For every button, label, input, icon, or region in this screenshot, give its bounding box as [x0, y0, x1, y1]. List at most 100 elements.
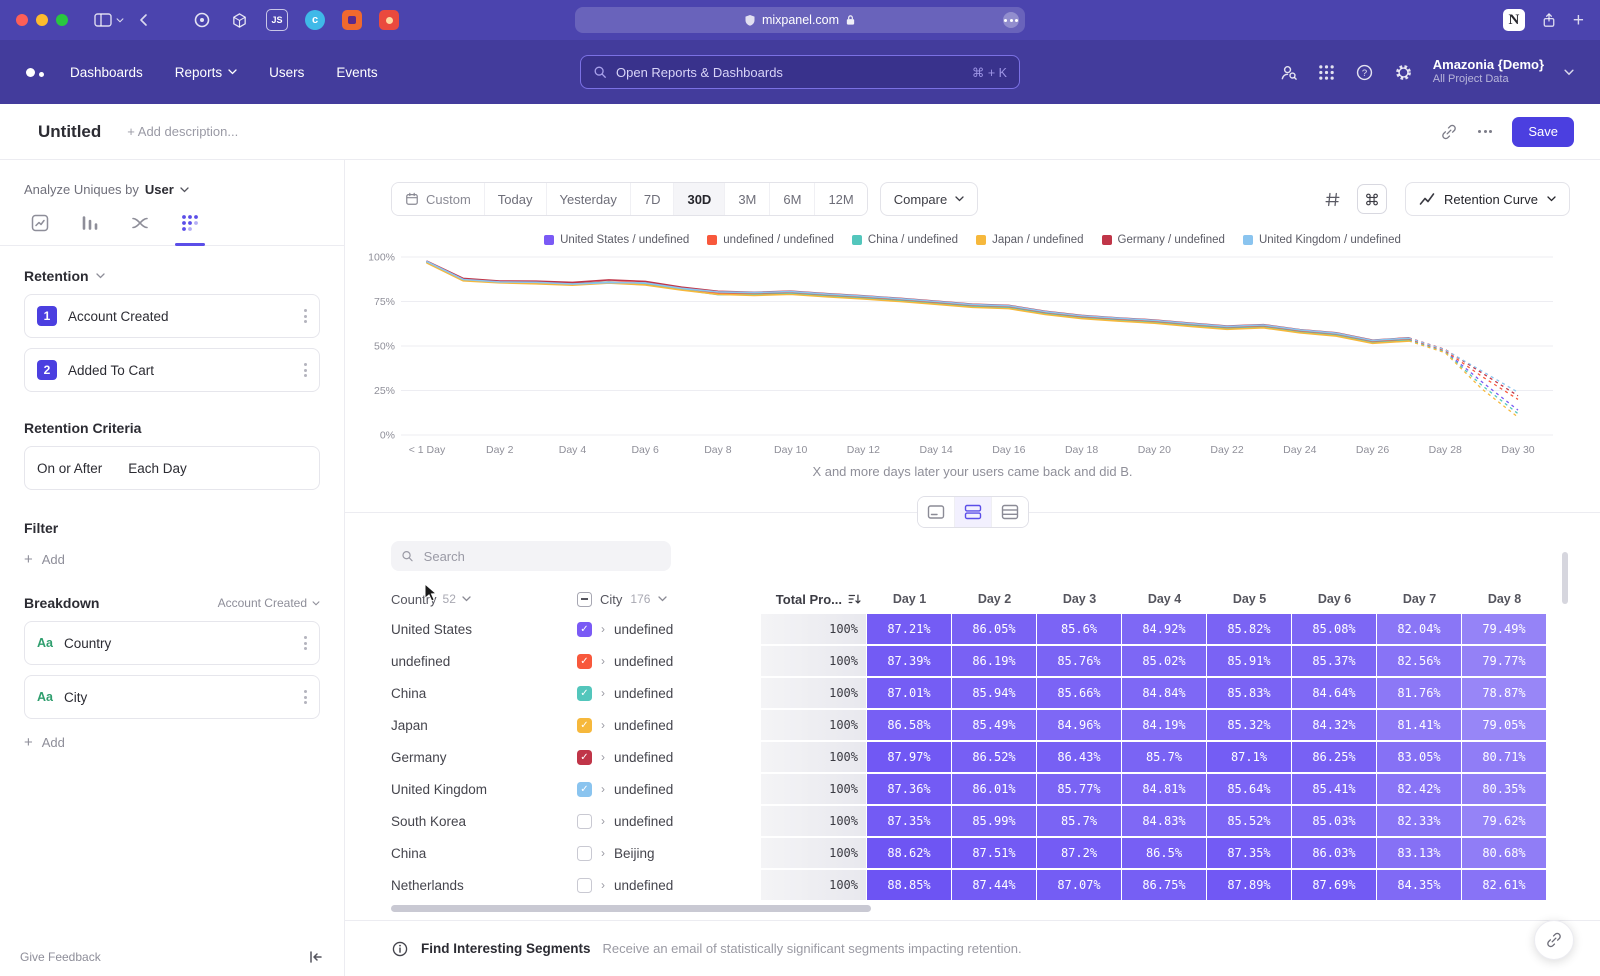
row-checkbox[interactable] — [577, 846, 592, 861]
help-icon[interactable]: ? — [1355, 63, 1374, 82]
extension-icon-1[interactable] — [192, 10, 212, 30]
criteria-condition[interactable]: On or After — [37, 461, 102, 476]
table-row[interactable]: United States✓›undefined100%87.21%86.05%… — [391, 613, 1600, 645]
sidebar-toggle-icon[interactable] — [94, 12, 124, 28]
retention-section-label[interactable]: Retention — [24, 268, 89, 284]
range-custom[interactable]: Custom — [392, 183, 484, 215]
project-switcher[interactable]: Amazonia {Demo} All Project Data — [1433, 57, 1544, 87]
range-today[interactable]: Today — [484, 183, 546, 215]
row-checkbox[interactable] — [577, 814, 592, 829]
chevron-down-icon[interactable] — [96, 273, 105, 279]
tab-funnels[interactable] — [80, 213, 100, 233]
split-view-icon[interactable] — [954, 497, 991, 527]
notion-tab-icon[interactable]: N — [1503, 9, 1525, 31]
table-row[interactable]: undefined✓›undefined100%87.39%86.19%85.7… — [391, 645, 1600, 677]
expand-row-icon[interactable]: › — [601, 782, 605, 796]
expand-row-icon[interactable]: › — [601, 878, 605, 892]
give-feedback-link[interactable]: Give Feedback — [20, 950, 101, 964]
extension-icon-2[interactable] — [229, 10, 249, 30]
save-button[interactable]: Save — [1512, 117, 1574, 147]
table-row[interactable]: China✓›undefined100%87.01%85.94%85.66%84… — [391, 677, 1600, 709]
table-row[interactable]: Germany✓›undefined100%87.97%86.52%86.43%… — [391, 741, 1600, 773]
table-row[interactable]: China›Beijing100%88.62%87.51%87.2%86.5%8… — [391, 837, 1600, 869]
close-window-icon[interactable] — [16, 14, 28, 26]
nav-reports[interactable]: Reports — [175, 65, 237, 80]
extension-icon-3[interactable]: c — [305, 10, 325, 30]
shortcuts-toggle-icon[interactable] — [1357, 184, 1387, 214]
tab-flows[interactable] — [130, 213, 150, 233]
table-search-input[interactable] — [422, 548, 661, 565]
collapse-sidebar-icon[interactable] — [308, 950, 324, 964]
retention-criteria[interactable]: On or After Each Day — [24, 446, 320, 490]
legend-item[interactable]: Germany / undefined — [1102, 234, 1225, 246]
extension-icon-4[interactable] — [342, 10, 362, 30]
vertical-scrollbar[interactable] — [1562, 552, 1568, 604]
row-checkbox[interactable]: ✓ — [577, 654, 592, 669]
copy-link-icon[interactable] — [1440, 123, 1458, 141]
range-12m[interactable]: 12M — [814, 183, 866, 215]
table-row[interactable]: United Kingdom✓›undefined100%87.36%86.01… — [391, 773, 1600, 805]
nav-dashboards[interactable]: Dashboards — [70, 65, 143, 80]
breakdown-country[interactable]: Aa Country — [24, 621, 320, 665]
tab-insights[interactable] — [30, 213, 50, 233]
expand-row-icon[interactable]: › — [601, 846, 605, 860]
expand-row-icon[interactable]: › — [601, 814, 605, 828]
mixpanel-logo[interactable] — [26, 68, 44, 77]
url-bar[interactable]: mixpanel.com — [575, 7, 1025, 33]
apps-grid-icon[interactable] — [1318, 64, 1335, 81]
legend-item[interactable]: undefined / undefined — [707, 234, 834, 246]
retention-step-1[interactable]: 1 Account Created — [24, 294, 320, 338]
table-row[interactable]: Netherlands›undefined100%88.85%87.44%87.… — [391, 869, 1600, 901]
select-all-checkbox[interactable] — [577, 592, 592, 607]
chart-type-dropdown[interactable]: Retention Curve — [1405, 182, 1570, 216]
country-column-header[interactable]: Country 52 — [391, 592, 577, 607]
add-description[interactable]: + Add description... — [127, 124, 238, 139]
retention-step-2[interactable]: 2 Added To Cart — [24, 348, 320, 392]
extension-icon-js[interactable]: JS — [266, 9, 288, 31]
nav-events[interactable]: Events — [336, 65, 377, 80]
user-lookup-icon[interactable] — [1279, 63, 1298, 82]
retention-chart[interactable]: 0%25%50%75%100%< 1 DayDay 2Day 4Day 6Day… — [345, 246, 1600, 458]
chevron-down-icon[interactable] — [180, 187, 189, 193]
legend-item[interactable]: China / undefined — [852, 234, 958, 246]
table-row[interactable]: Japan✓›undefined100%86.58%85.49%84.96%84… — [391, 709, 1600, 741]
tab-retention[interactable] — [180, 213, 200, 233]
global-search[interactable]: Open Reports & Dashboards ⌘ + K — [580, 55, 1020, 89]
analyze-entity-dropdown[interactable]: User — [145, 182, 174, 197]
range-30d[interactable]: 30D — [673, 183, 724, 215]
chevron-down-icon[interactable] — [1564, 69, 1574, 76]
share-icon[interactable] — [1541, 12, 1557, 29]
range-yesterday[interactable]: Yesterday — [546, 183, 630, 215]
row-checkbox[interactable]: ✓ — [577, 782, 592, 797]
breakdown-city[interactable]: Aa City — [24, 675, 320, 719]
breakdown-source-dropdown[interactable]: Account Created — [218, 596, 320, 610]
share-link-button[interactable] — [1534, 920, 1574, 960]
add-filter-button[interactable]: + Add — [24, 552, 320, 567]
gridlines-toggle-icon[interactable] — [1317, 184, 1347, 214]
nav-users[interactable]: Users — [269, 65, 304, 80]
legend-item[interactable]: Japan / undefined — [976, 234, 1083, 246]
row-checkbox[interactable]: ✓ — [577, 718, 592, 733]
row-checkbox[interactable]: ✓ — [577, 686, 592, 701]
expand-row-icon[interactable]: › — [601, 750, 605, 764]
horizontal-scrollbar[interactable] — [391, 905, 871, 912]
find-segments-label[interactable]: Find Interesting Segments — [421, 941, 591, 956]
extension-icon-5[interactable] — [379, 10, 399, 30]
report-title[interactable]: Untitled — [38, 122, 101, 142]
total-column-header[interactable]: Total Pro... — [761, 592, 867, 607]
breakdown-options-icon[interactable] — [304, 690, 307, 704]
expand-row-icon[interactable]: › — [601, 718, 605, 732]
add-breakdown-button[interactable]: + Add — [24, 735, 320, 750]
row-checkbox[interactable]: ✓ — [577, 622, 592, 637]
range-6m[interactable]: 6M — [769, 183, 814, 215]
legend-item[interactable]: United Kingdom / undefined — [1243, 234, 1401, 246]
row-checkbox[interactable]: ✓ — [577, 750, 592, 765]
zoom-window-icon[interactable] — [56, 14, 68, 26]
minimize-window-icon[interactable] — [36, 14, 48, 26]
table-view-icon[interactable] — [991, 497, 1028, 527]
more-options-icon[interactable] — [1478, 130, 1492, 133]
new-tab-icon[interactable]: + — [1573, 11, 1584, 30]
range-3m[interactable]: 3M — [724, 183, 769, 215]
legend-item[interactable]: United States / undefined — [544, 234, 689, 246]
expand-row-icon[interactable]: › — [601, 622, 605, 636]
